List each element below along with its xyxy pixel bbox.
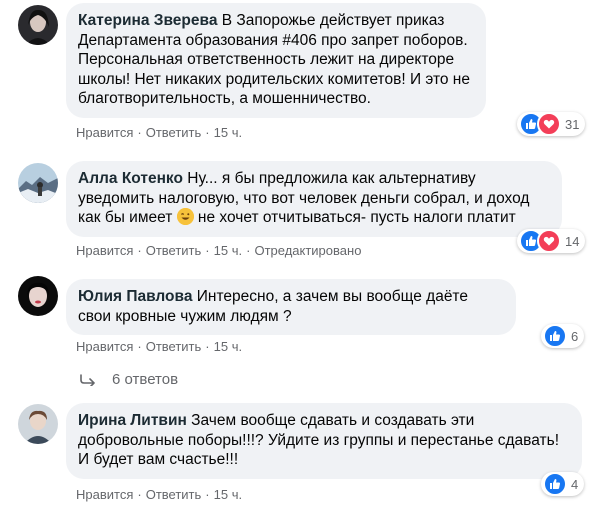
- like-button[interactable]: Нравится: [76, 339, 133, 354]
- edited-label[interactable]: Отредактировано: [254, 243, 361, 258]
- reply-button[interactable]: Ответить: [146, 243, 202, 258]
- comment-bubble: Катерина Зверева В Запорожье действует п…: [66, 3, 486, 118]
- love-reaction-icon: [537, 229, 561, 253]
- view-replies-link[interactable]: 6 ответов: [80, 371, 178, 388]
- avatar[interactable]: [18, 404, 58, 444]
- comment-actions: Нравится · Ответить · 15 ч.: [76, 125, 243, 140]
- avatar[interactable]: [18, 163, 58, 203]
- grinning-emoji-icon: [176, 208, 194, 225]
- reaction-count: 4: [571, 476, 579, 492]
- avatar[interactable]: [18, 5, 58, 45]
- comment-author[interactable]: Юлия Павлова: [78, 288, 192, 305]
- reaction-count: 6: [571, 328, 579, 344]
- reply-button[interactable]: Ответить: [146, 125, 202, 140]
- reply-arrow-icon: [80, 373, 95, 386]
- like-button[interactable]: Нравится: [76, 487, 133, 502]
- comment-actions: Нравится · Ответить · 15 ч. · Отредактировано: [76, 243, 362, 258]
- like-reaction-icon: [543, 472, 567, 496]
- comment-bubble: Алла Котенко Ну... я бы предложила как а…: [66, 161, 562, 237]
- comment-bubble: Юлия Павлова Интересно, а зачем вы вообщ…: [66, 279, 516, 335]
- reply-button[interactable]: Ответить: [146, 339, 202, 354]
- comment-actions: Нравится · Ответить · 15 ч.: [76, 487, 243, 502]
- timestamp[interactable]: 15 ч.: [214, 487, 242, 502]
- reactions-badge[interactable]: 14: [517, 229, 586, 253]
- reactions-badge[interactable]: 6: [541, 324, 585, 348]
- reply-button[interactable]: Ответить: [146, 487, 202, 502]
- comment-author[interactable]: Алла Котенко: [78, 170, 183, 187]
- timestamp[interactable]: 15 ч.: [214, 125, 242, 140]
- like-button[interactable]: Нравится: [76, 125, 133, 140]
- comment-text-continued: не хочет отчитываться- пусть налоги плат…: [197, 209, 516, 226]
- like-reaction-icon: [543, 324, 567, 348]
- timestamp[interactable]: 15 ч.: [214, 339, 242, 354]
- avatar[interactable]: [18, 276, 58, 316]
- reaction-count: 14: [565, 233, 580, 249]
- timestamp[interactable]: 15 ч.: [214, 243, 242, 258]
- like-button[interactable]: Нравится: [76, 243, 133, 258]
- comment-actions: Нравится · Ответить · 15 ч.: [76, 339, 243, 354]
- reactions-badge[interactable]: 31: [517, 112, 586, 136]
- reactions-badge[interactable]: 4: [541, 472, 585, 496]
- comment-bubble: Ирина Литвин Зачем вообще сдавать и созд…: [66, 403, 582, 479]
- replies-count[interactable]: 6 ответов: [112, 371, 178, 388]
- comment-author[interactable]: Ирина Литвин: [78, 412, 187, 429]
- reaction-count: 31: [565, 116, 580, 132]
- love-reaction-icon: [537, 112, 561, 136]
- comment-author[interactable]: Катерина Зверева: [78, 12, 217, 29]
